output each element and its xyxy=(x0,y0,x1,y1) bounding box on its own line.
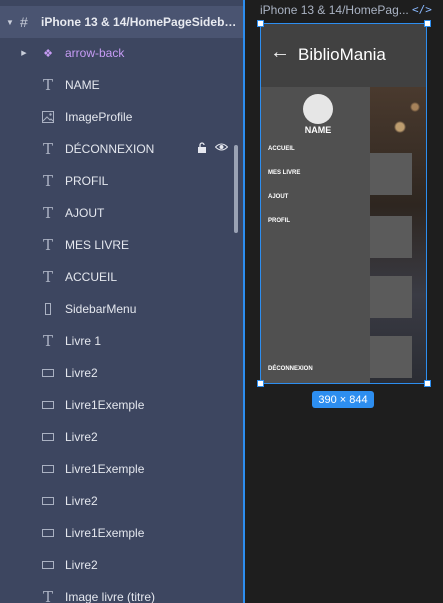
layer-label: Livre1Exemple xyxy=(65,526,145,540)
frame-icon: # xyxy=(20,14,28,30)
layer-label: Livre1Exemple xyxy=(65,462,145,476)
text-icon: T xyxy=(42,204,53,222)
app-header: ← BiblioMania xyxy=(260,23,427,87)
layer-label: DÉCONNEXION xyxy=(65,142,155,156)
frame-size-badge: 390 × 844 xyxy=(312,391,374,408)
resize-handle-bottom-right[interactable] xyxy=(424,380,431,387)
layer-label: SidebarMenu xyxy=(65,302,137,316)
book-card[interactable] xyxy=(370,153,412,195)
eye-icon[interactable] xyxy=(214,142,229,156)
rectangle-icon xyxy=(40,557,56,573)
layer-label: Livre 1 xyxy=(65,334,102,348)
layer-row-tools xyxy=(197,142,229,156)
layer-row[interactable]: Livre2 xyxy=(0,549,243,581)
layer-row[interactable]: Livre2 xyxy=(0,421,243,453)
sidebar-item-accueil[interactable]: ACCUEIL xyxy=(268,146,295,152)
code-icon[interactable]: </> xyxy=(412,3,432,16)
layers-scrollbar[interactable] xyxy=(234,145,238,233)
component-icon: ❖ xyxy=(43,47,53,60)
layer-label: NAME xyxy=(65,78,100,92)
text-icon: T xyxy=(42,236,53,254)
layer-label: Livre2 xyxy=(65,558,98,572)
layer-row[interactable]: Livre1Exemple xyxy=(0,453,243,485)
image-icon xyxy=(40,109,56,125)
layer-row[interactable]: Livre2 xyxy=(0,485,243,517)
rectangle-icon xyxy=(40,397,56,413)
layer-label: Livre2 xyxy=(65,366,98,380)
book-card[interactable] xyxy=(370,216,412,258)
rectangle-icon xyxy=(40,493,56,509)
unlock-icon[interactable] xyxy=(197,142,207,156)
layer-row[interactable]: Livre1Exemple xyxy=(0,517,243,549)
text-icon: T xyxy=(42,268,53,286)
layer-row[interactable]: T ACCUEIL xyxy=(0,261,243,293)
layer-label: ACCUEIL xyxy=(65,270,118,284)
frame-canvas-label[interactable]: iPhone 13 & 14/HomePag... xyxy=(260,3,409,17)
arrow-back-icon[interactable]: ← xyxy=(270,41,290,64)
layer-label: PROFIL xyxy=(65,174,109,188)
layer-label: ImageProfile xyxy=(65,110,133,124)
layer-row[interactable]: Livre1Exemple xyxy=(0,389,243,421)
layer-label: Livre1Exemple xyxy=(65,398,145,412)
layer-row[interactable]: ▶ ❖ arrow-back xyxy=(0,37,243,69)
layer-row[interactable]: T Image livre (titre) xyxy=(0,581,243,603)
text-icon: T xyxy=(42,588,53,603)
layer-label: Livre2 xyxy=(65,430,98,444)
layer-label: MES LIVRE xyxy=(65,238,130,252)
layer-row[interactable]: T AJOUT xyxy=(0,197,243,229)
chevron-down-icon[interactable]: ▼ xyxy=(5,17,15,27)
layer-row[interactable]: SidebarMenu xyxy=(0,293,243,325)
profile-name: NAME xyxy=(304,125,332,135)
resize-handle-top-left[interactable] xyxy=(257,20,264,27)
rectangle-icon xyxy=(40,525,56,541)
layer-row-frame[interactable]: ▼ # iPhone 13 & 14/HomePageSidebar... xyxy=(0,6,243,38)
sidebar-item-profil[interactable]: PROFIL xyxy=(268,218,290,224)
layer-row[interactable]: T Livre 1 xyxy=(0,325,243,357)
layer-row[interactable]: T MES LIVRE xyxy=(0,229,243,261)
layer-row[interactable]: T NAME xyxy=(0,69,243,101)
text-icon: T xyxy=(42,332,53,350)
book-card[interactable] xyxy=(370,276,412,318)
rectangle-icon xyxy=(40,365,56,381)
text-icon: T xyxy=(42,76,53,94)
rectangle-icon xyxy=(40,429,56,445)
resize-handle-top-right[interactable] xyxy=(424,20,431,27)
book-card[interactable] xyxy=(370,336,412,378)
text-icon: T xyxy=(42,172,53,190)
layer-row[interactable]: ImageProfile xyxy=(0,101,243,133)
layer-label: AJOUT xyxy=(65,206,105,220)
layer-label: Livre2 xyxy=(65,494,98,508)
layer-row[interactable]: Livre2 xyxy=(0,357,243,389)
frame-rectangle-icon xyxy=(40,301,56,317)
resize-handle-bottom-left[interactable] xyxy=(257,380,264,387)
frame-layer-label: iPhone 13 & 14/HomePageSidebar... xyxy=(41,15,237,29)
layer-label: arrow-back xyxy=(65,46,125,60)
sidebar-menu: NAME ACCUEIL MES LIVRE AJOUT PROFIL DÉCO… xyxy=(260,87,370,384)
chevron-right-icon[interactable]: ▶ xyxy=(19,48,29,58)
sidebar-item-deconnexion[interactable]: DÉCONNEXION xyxy=(268,366,313,372)
layers-panel-edge xyxy=(243,0,245,603)
text-icon: T xyxy=(42,140,53,158)
sidebar-item-mes-livre[interactable]: MES LIVRE xyxy=(268,170,300,176)
layer-label: Image livre (titre) xyxy=(65,590,156,603)
app-title: BiblioMania xyxy=(298,45,386,64)
layer-row[interactable]: T PROFIL xyxy=(0,165,243,197)
layer-row[interactable]: T DÉCONNEXION xyxy=(0,133,243,165)
layers-panel: ▼ # iPhone 13 & 14/HomePageSidebar... ▶ ❖… xyxy=(0,0,243,603)
sidebar-item-ajout[interactable]: AJOUT xyxy=(268,194,288,200)
phone-frame[interactable]: ← BiblioMania NAME ACCUEIL MES LIVRE AJO… xyxy=(260,23,427,384)
profile-avatar xyxy=(303,94,333,124)
rectangle-icon xyxy=(40,461,56,477)
